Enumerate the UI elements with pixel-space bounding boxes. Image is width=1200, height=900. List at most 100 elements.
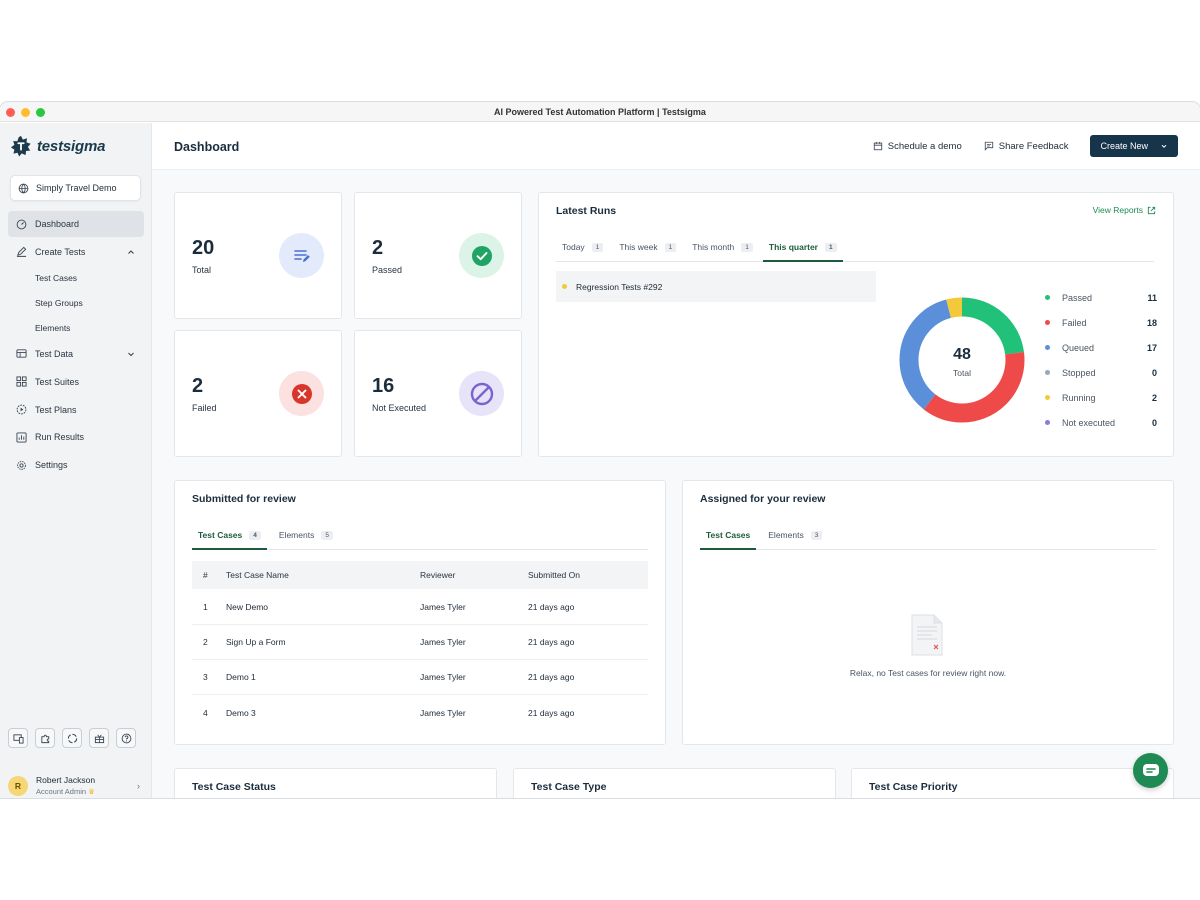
table-row[interactable]: 4 Demo 3 James Tyler 21 days ago — [192, 695, 648, 730]
sidebar-item-test-data[interactable]: Test Data — [8, 341, 144, 367]
legend-dot — [1045, 345, 1050, 350]
tab-label: Today — [562, 242, 585, 252]
tab-count: 1 — [664, 242, 677, 252]
test-case-priority-card: Test Case Priority — [851, 768, 1174, 798]
maximize-window-button[interactable] — [36, 108, 45, 117]
run-list-item[interactable]: Regression Tests #292 — [556, 271, 876, 302]
latest-runs-card: Latest Runs View Reports Today 1 This wee… — [538, 192, 1174, 457]
test-case-priority-title: Test Case Priority — [869, 781, 958, 793]
test-case-type-card: Test Case Type — [513, 768, 836, 798]
stat-total-label: Total — [192, 265, 212, 275]
legend-label: Not executed — [1062, 417, 1116, 428]
window-controls — [6, 108, 45, 117]
legend-value: 2 — [1151, 392, 1157, 403]
x-circle-icon — [279, 371, 324, 416]
column-header[interactable]: Reviewer — [420, 570, 528, 580]
table-row[interactable]: 3 Demo 1 James Tyler 21 days ago — [192, 660, 648, 695]
crown-icon: ♛ — [88, 787, 95, 796]
tab-today[interactable]: Today 1 — [556, 242, 609, 261]
sidebar-item-label: Test Data — [35, 348, 74, 359]
chevron-down-icon[interactable] — [126, 349, 136, 359]
stat-card-not-executed[interactable]: 16 Not Executed — [354, 330, 522, 457]
sidebar-item-test-plans[interactable]: Test Plans — [8, 397, 144, 423]
tab-count: 1 — [591, 242, 604, 252]
user-profile[interactable]: R Robert Jackson Account Admin ♛ › — [8, 775, 144, 796]
column-header[interactable]: Test Case Name — [226, 570, 420, 580]
schedule-demo-label: Schedule a demo — [887, 140, 962, 152]
reviewer-name: James Tyler — [420, 707, 466, 718]
minimize-window-button[interactable] — [21, 108, 30, 117]
user-role: Account Admin ♛ — [36, 787, 95, 796]
table-row[interactable]: 2 Sign Up a Form James Tyler 21 days ago — [192, 625, 648, 660]
legend-label: Passed — [1062, 292, 1093, 303]
tab-this-quarter[interactable]: This quarter 1 — [762, 242, 843, 262]
sidebar-item-step-groups[interactable]: Step Groups — [8, 291, 144, 314]
brand-logo[interactable]: testsigma — [10, 135, 105, 157]
submitted-on: 21 days ago — [528, 672, 575, 682]
stat-card-failed[interactable]: 2 Failed — [174, 330, 342, 457]
chat-support-button[interactable] — [1133, 753, 1168, 788]
schedule-demo-link[interactable]: Schedule a demo — [873, 141, 962, 152]
puzzle-icon[interactable] — [35, 728, 55, 748]
tab-elements[interactable]: Elements 5 — [273, 530, 339, 549]
stat-passed-value: 2 — [372, 237, 384, 259]
project-name: Simply Travel Demo — [36, 183, 117, 193]
project-selector[interactable]: Simply Travel Demo — [10, 175, 141, 201]
test-case-name[interactable]: New Demo — [226, 602, 420, 612]
help-icon[interactable] — [116, 728, 136, 748]
sidebar-item-label: Run Results — [35, 432, 85, 443]
stat-card-total[interactable]: 20 Total — [174, 192, 342, 319]
sidebar-item-dashboard[interactable]: Dashboard — [8, 211, 144, 237]
legend-dot — [1045, 370, 1050, 375]
tab-this-week[interactable]: This week 1 — [613, 242, 682, 261]
circle-dash-icon[interactable] — [62, 728, 82, 748]
calendar-icon — [873, 141, 882, 151]
submitted-title: Submitted for review — [192, 493, 296, 505]
brand-name: testsigma — [37, 137, 106, 155]
chevron-up-icon[interactable] — [126, 247, 136, 257]
running-status-dot — [562, 284, 567, 289]
test-case-status-title: Test Case Status — [192, 781, 276, 793]
submitted-on: 21 days ago — [528, 637, 575, 647]
test-case-name[interactable]: Sign Up a Form — [226, 637, 420, 647]
dashboard-icon — [16, 219, 27, 230]
stat-card-passed[interactable]: 2 Passed — [354, 192, 522, 319]
results-donut-chart: 48 Total — [899, 297, 1025, 423]
column-header[interactable]: Submitted On — [528, 570, 648, 580]
legend-label: Stopped — [1062, 367, 1096, 378]
user-name: Robert Jackson — [36, 775, 96, 785]
sidebar-item-test-cases[interactable]: Test Cases — [8, 267, 144, 290]
table-row[interactable]: 1 New Demo James Tyler 21 days ago — [192, 590, 648, 625]
legend-item-running: Running 2 — [1045, 385, 1157, 410]
tab-test-cases[interactable]: Test Cases — [700, 530, 757, 550]
share-feedback-link[interactable]: Share Feedback — [984, 141, 1068, 152]
tab-elements[interactable]: Elements 3 — [762, 530, 828, 549]
table-icon — [16, 348, 27, 359]
testsigma-logo-icon — [10, 135, 31, 157]
stat-not-executed-value: 16 — [372, 375, 395, 397]
latest-runs-title: Latest Runs — [556, 205, 617, 217]
sidebar-item-label: Dashboard — [35, 219, 80, 229]
sidebar-item-test-suites[interactable]: Test Suites — [8, 369, 144, 395]
close-window-button[interactable] — [6, 108, 15, 117]
ban-icon — [459, 371, 504, 416]
devices-icon[interactable] — [8, 728, 28, 748]
table-header: # Test Case Name Reviewer Submitted On — [192, 561, 648, 589]
sidebar-item-label: Test Plans — [35, 404, 77, 415]
external-link-icon — [1147, 206, 1156, 214]
tab-test-cases[interactable]: Test Cases 4 — [192, 530, 267, 550]
create-new-button[interactable]: Create New — [1090, 135, 1178, 157]
test-list-icon — [279, 233, 324, 278]
legend-label: Running — [1062, 392, 1096, 403]
test-case-name[interactable]: Demo 1 — [226, 672, 420, 682]
sidebar-item-create-tests[interactable]: Create Tests — [8, 239, 144, 265]
view-reports-link[interactable]: View Reports — [1093, 205, 1156, 215]
sidebar-item-elements[interactable]: Elements — [8, 316, 144, 339]
test-case-name[interactable]: Demo 3 — [226, 708, 420, 718]
donut-total-label: Total — [953, 368, 971, 378]
tab-this-month[interactable]: This month 1 — [686, 242, 759, 261]
sidebar-item-run-results[interactable]: Run Results — [8, 424, 144, 450]
chevron-down-icon — [1161, 144, 1167, 148]
gift-icon[interactable] — [89, 728, 109, 748]
sidebar-item-settings[interactable]: Settings — [8, 452, 144, 478]
